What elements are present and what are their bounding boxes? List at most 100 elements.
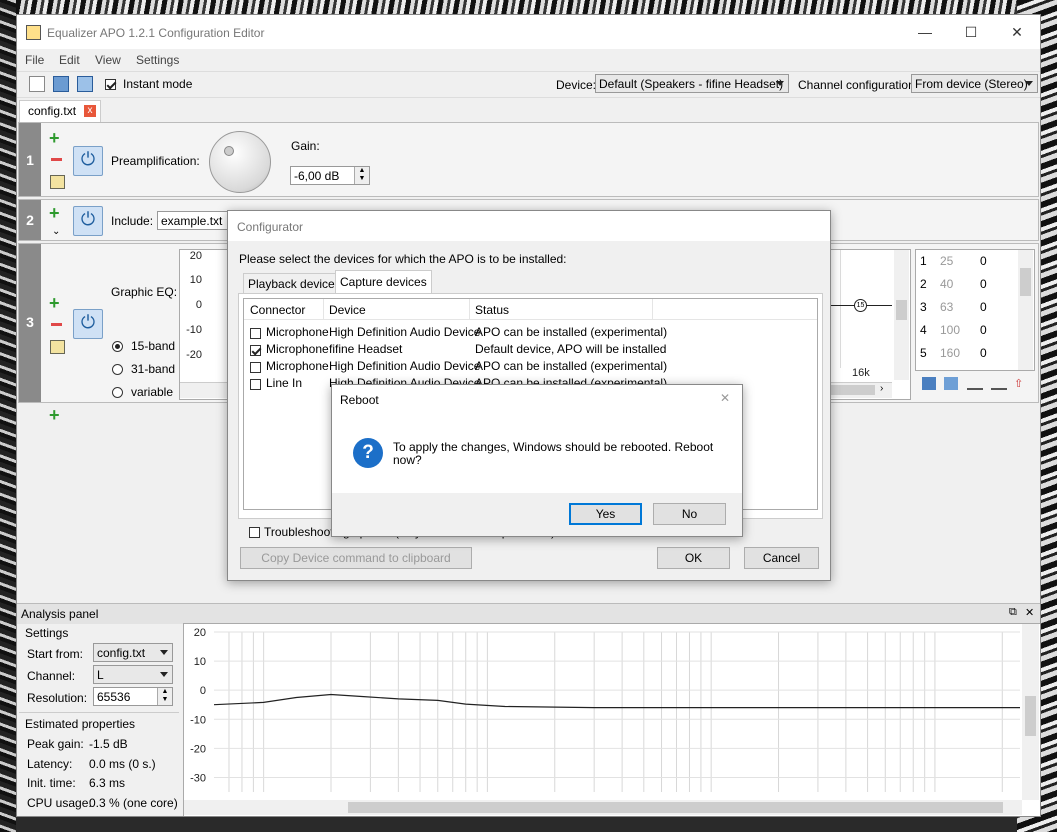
document-tabs: config.txt x xyxy=(17,97,1040,122)
include-file-input[interactable]: example.txt xyxy=(157,211,229,230)
remove-filter-icon[interactable] xyxy=(51,158,62,161)
save-as-icon[interactable] xyxy=(77,76,93,92)
start-from-select[interactable]: config.txt xyxy=(93,643,173,662)
eq-table-cell[interactable]: 0 xyxy=(980,300,987,314)
graph-horizontal-scrollbar[interactable] xyxy=(184,800,1022,815)
configurator-prompt: Please select the devices for which the … xyxy=(239,252,567,266)
save-eq-icon[interactable] xyxy=(922,377,936,390)
eq-table-row[interactable]: 2 40 0 xyxy=(916,275,1016,295)
eq-vertical-scrollbar[interactable] xyxy=(894,250,909,380)
spin-arrows-icon[interactable]: ▲ ▼ xyxy=(157,688,172,705)
band-31-radio[interactable] xyxy=(112,362,123,376)
maximize-button[interactable]: ☐ xyxy=(948,15,994,49)
edit-filter-icon[interactable] xyxy=(50,175,65,189)
gain-knob[interactable] xyxy=(209,131,271,193)
init-time-value: 6.3 ms xyxy=(89,776,126,790)
device-row[interactable]: Microphone High Definition Audio Device AP… xyxy=(244,357,817,374)
eq-y-tick: 20 xyxy=(189,250,202,262)
device-row[interactable]: Microphone fifine Headset Default device, … xyxy=(244,340,817,357)
troubleshooting-checkbox[interactable] xyxy=(249,525,260,539)
add-filter-bottom-icon[interactable]: + xyxy=(49,406,60,424)
eq-table-cell[interactable]: 0 xyxy=(980,323,987,337)
eq-table-cell[interactable]: 25 xyxy=(940,254,953,268)
column-device[interactable]: Device xyxy=(329,303,366,317)
expand-chevron-icon[interactable]: ⌄ xyxy=(52,226,60,237)
ok-button[interactable]: OK xyxy=(657,547,730,569)
resolution-input[interactable]: 65536 ▲ ▼ xyxy=(93,687,173,706)
graph-vertical-scrollbar[interactable] xyxy=(1022,624,1039,800)
spin-arrows-icon[interactable]: ▲ ▼ xyxy=(354,167,369,184)
minimize-button[interactable]: — xyxy=(902,15,948,49)
channel-label: Channel: xyxy=(27,669,76,683)
flatten-eq-icon[interactable] xyxy=(967,378,983,390)
analysis-graph[interactable]: 20100-10-20-3078910203040506010020030040… xyxy=(183,623,1040,816)
invert-eq-icon[interactable] xyxy=(991,378,1007,390)
save-icon[interactable] xyxy=(53,76,69,92)
eq-table-cell[interactable]: 0 xyxy=(980,254,987,268)
chevron-down-icon xyxy=(1025,81,1033,86)
eq-table-row[interactable]: 5 160 0 xyxy=(916,344,1016,364)
reset-eq-icon[interactable]: ⇧ xyxy=(1014,377,1030,390)
restore-panel-icon[interactable]: ⧉ xyxy=(1009,606,1017,619)
tab-config[interactable]: config.txt x xyxy=(19,100,102,122)
power-toggle-icon[interactable] xyxy=(73,309,103,339)
remove-filter-icon[interactable] xyxy=(51,323,62,326)
reboot-yes-button[interactable]: Yes xyxy=(569,503,642,525)
eq-table-row[interactable]: 1 25 0 xyxy=(916,252,1016,272)
edit-filter-icon[interactable] xyxy=(50,340,65,354)
power-toggle-icon[interactable] xyxy=(73,146,103,176)
device-select[interactable]: Default (Speakers - fifine Headset) xyxy=(595,74,789,93)
column-connector[interactable]: Connector xyxy=(250,303,305,317)
filter-number: 1 xyxy=(19,123,41,196)
eq-band-table[interactable]: 1 25 0 2 40 0 3 63 0 4 100 0 5 160 0 xyxy=(915,249,1035,371)
close-button[interactable]: ✕ xyxy=(994,15,1040,49)
reboot-close-icon[interactable]: ✕ xyxy=(720,391,730,405)
instant-mode-checkbox[interactable] xyxy=(105,77,116,91)
device-device: High Definition Audio Device xyxy=(329,359,481,373)
cancel-button[interactable]: Cancel xyxy=(744,547,819,569)
eq-table-cell[interactable]: 0 xyxy=(980,277,987,291)
band-variable-radio[interactable] xyxy=(112,385,123,399)
new-file-icon[interactable] xyxy=(29,76,45,92)
copy-device-command-button[interactable]: Copy Device command to clipboard xyxy=(240,547,472,569)
add-filter-icon[interactable]: + xyxy=(49,294,60,312)
tab-close-icon[interactable]: x xyxy=(84,105,97,117)
filter-number: 2 xyxy=(19,200,41,240)
tab-playback-devices[interactable]: Playback devices xyxy=(243,273,346,295)
table-scrollbar[interactable] xyxy=(1018,250,1033,370)
menu-view[interactable]: View xyxy=(95,53,121,67)
scroll-right-icon[interactable]: › xyxy=(880,383,883,394)
tab-capture-devices[interactable]: Capture devices xyxy=(335,270,432,295)
graph-y-tick: -10 xyxy=(190,714,206,726)
eq-table-cell[interactable]: 40 xyxy=(940,277,953,291)
close-panel-icon[interactable]: ✕ xyxy=(1025,606,1034,619)
estimated-heading: Estimated properties xyxy=(25,717,136,731)
eq-table-cell: 2 xyxy=(920,277,927,291)
scrollbar-thumb[interactable] xyxy=(896,300,907,320)
gain-input[interactable]: -6,00 dB ▲ ▼ xyxy=(290,166,370,185)
band-15-radio[interactable] xyxy=(112,339,123,353)
eq-table-cell[interactable]: 160 xyxy=(940,346,960,360)
device-row[interactable]: Microphone High Definition Audio Device AP… xyxy=(244,323,817,340)
eq-table-cell[interactable]: 0 xyxy=(980,346,987,360)
channel-select[interactable]: L xyxy=(93,665,173,684)
import-eq-icon[interactable] xyxy=(944,377,958,390)
add-filter-icon[interactable]: + xyxy=(49,204,60,222)
reboot-no-button[interactable]: No xyxy=(653,503,726,525)
eq-table-cell[interactable]: 100 xyxy=(940,323,960,337)
scrollbar-thumb[interactable] xyxy=(348,802,1003,813)
channel-config-select[interactable]: From device (Stereo) xyxy=(911,74,1038,93)
scrollbar-thumb[interactable] xyxy=(1020,268,1031,296)
menu-file[interactable]: File xyxy=(25,53,44,67)
add-filter-icon[interactable]: + xyxy=(49,129,60,147)
band-31-label: 31-band xyxy=(131,362,176,376)
menu-settings[interactable]: Settings xyxy=(136,53,179,67)
eq-band-handle[interactable]: 15 xyxy=(854,299,867,312)
power-toggle-icon[interactable] xyxy=(73,206,103,236)
menu-edit[interactable]: Edit xyxy=(59,53,80,67)
eq-table-cell[interactable]: 63 xyxy=(940,300,953,314)
eq-table-row[interactable]: 3 63 0 xyxy=(916,298,1016,318)
scrollbar-thumb[interactable] xyxy=(1025,696,1036,736)
eq-table-row[interactable]: 4 100 0 xyxy=(916,321,1016,341)
column-status[interactable]: Status xyxy=(475,303,509,317)
